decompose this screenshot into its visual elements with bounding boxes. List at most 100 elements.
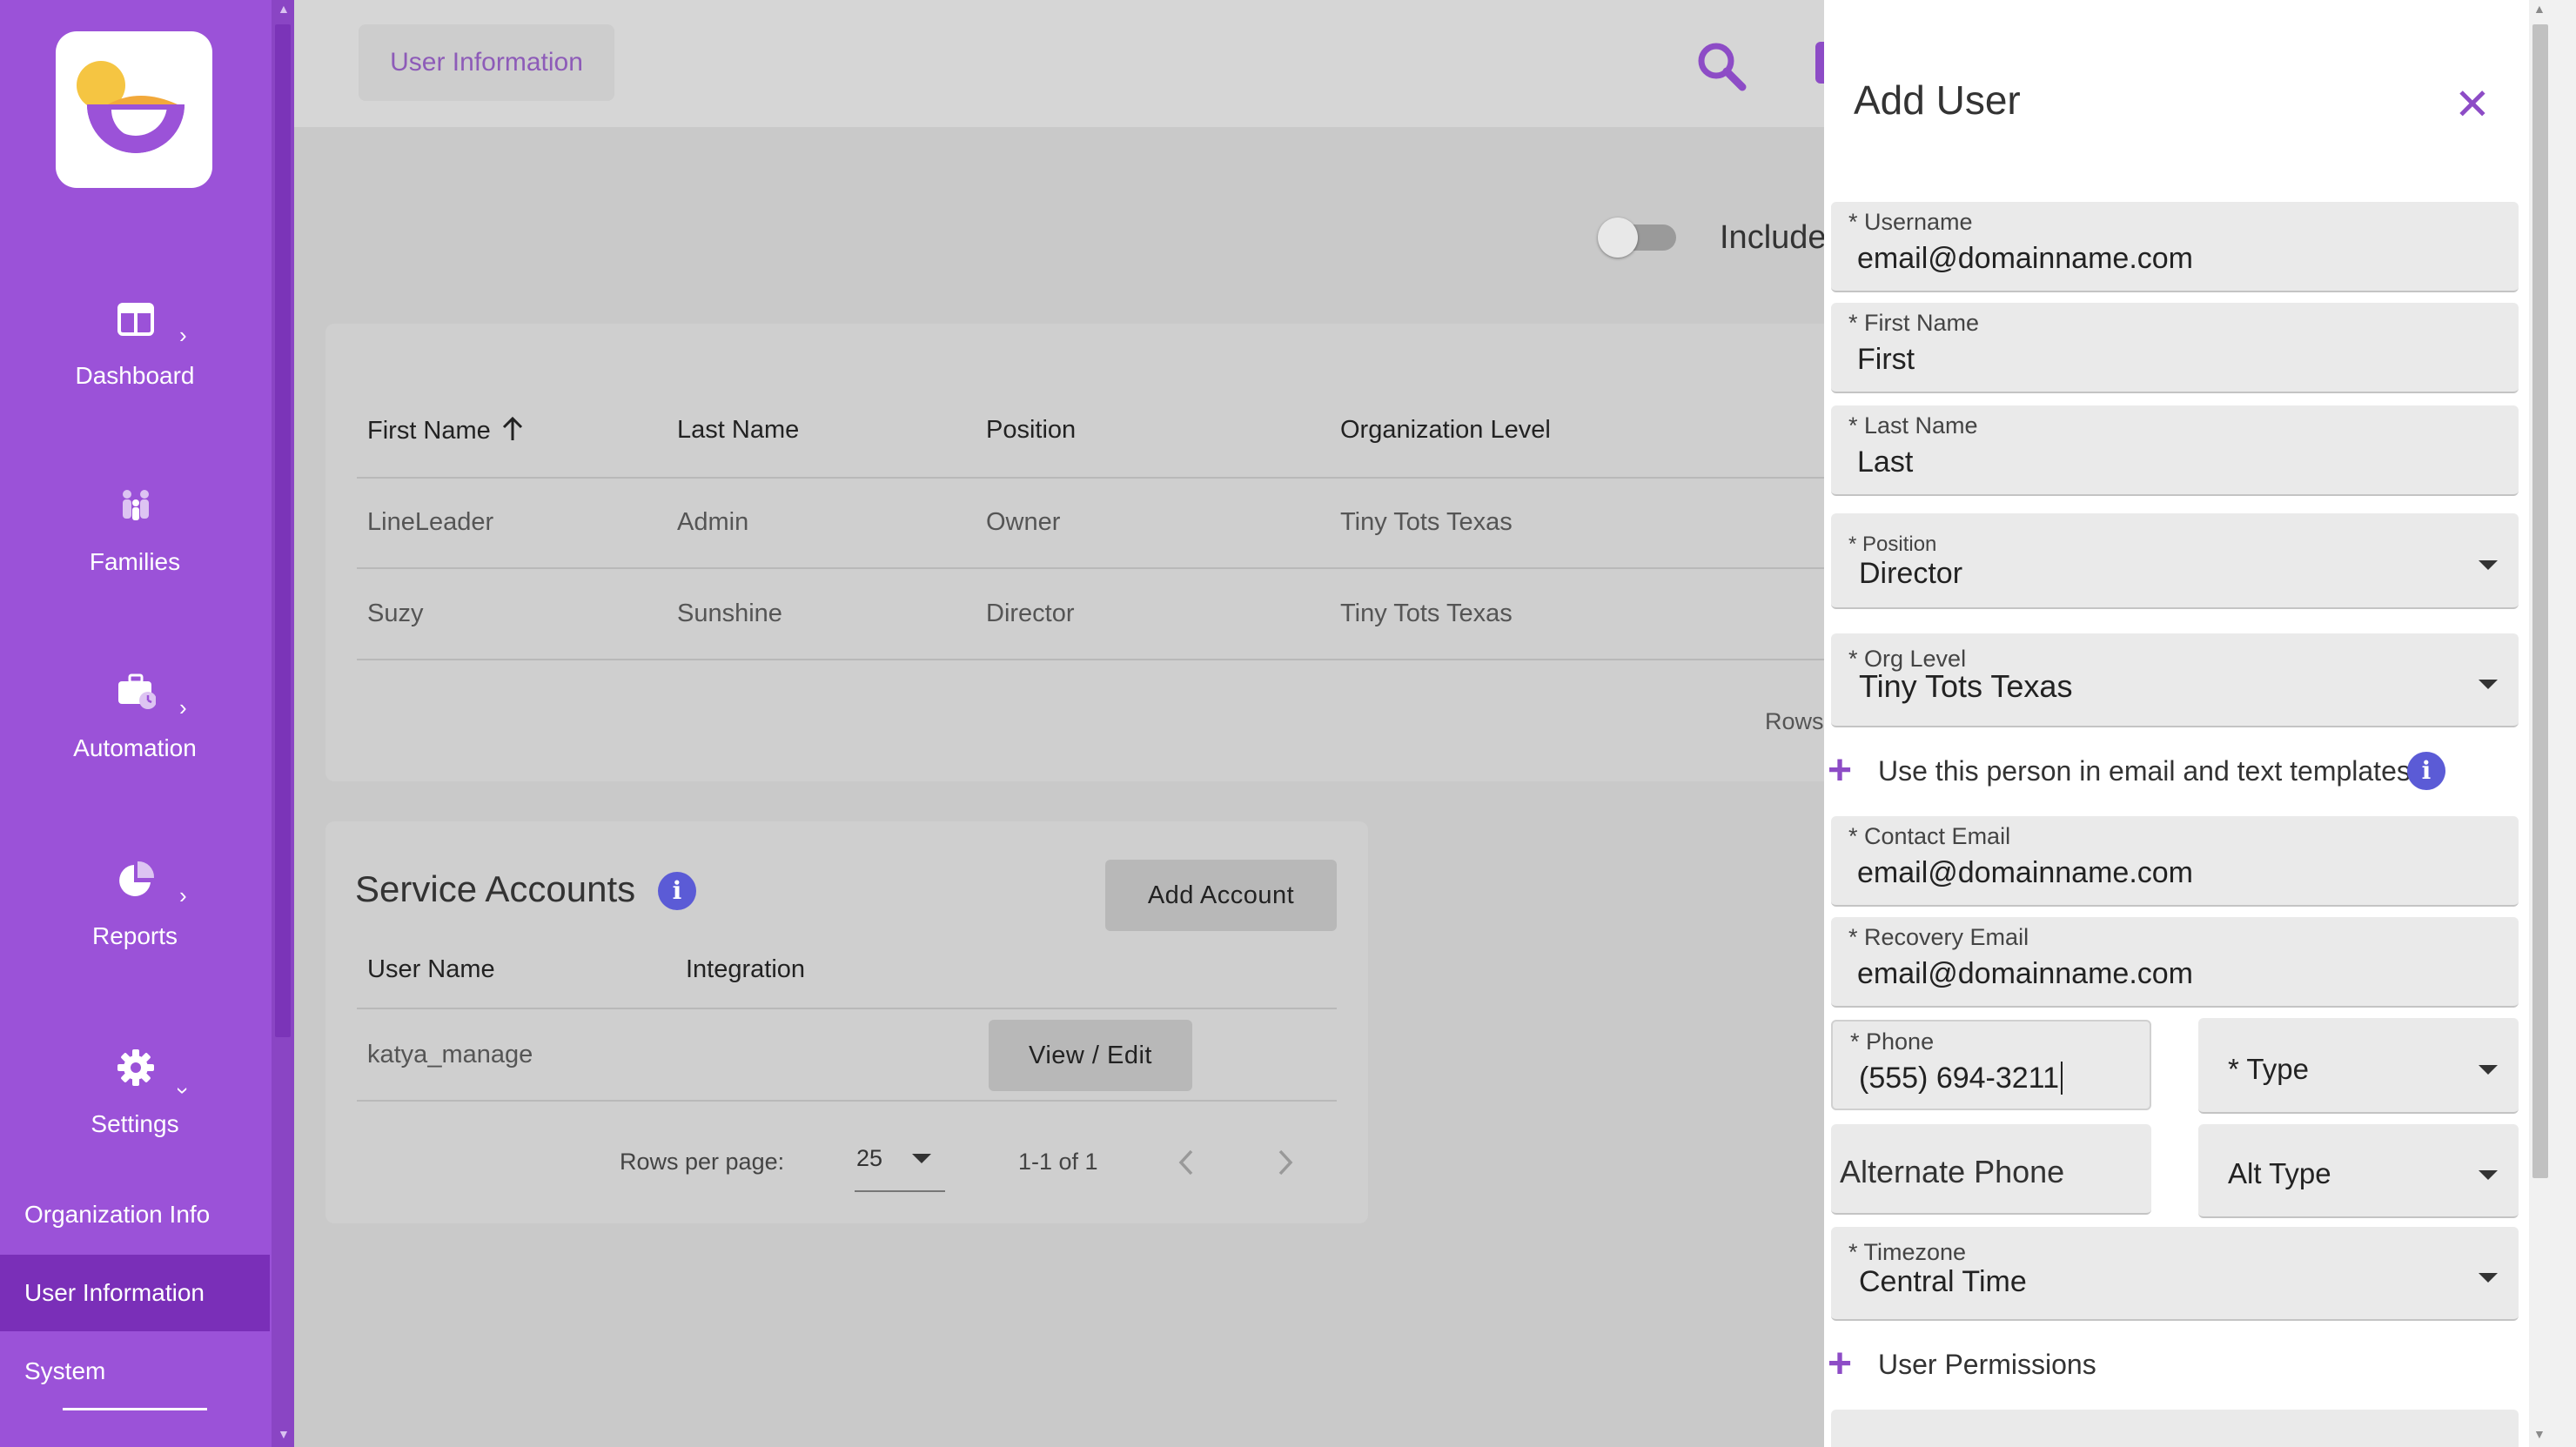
contact-email-field[interactable]: * Contact Email email@domainname.com [1831,816,2519,907]
subnav-system[interactable]: System [0,1333,270,1410]
timezone-select[interactable]: * Timezone Central Time [1831,1227,2519,1321]
include-toggle-knob[interactable] [1598,218,1638,258]
app-logo[interactable] [56,31,212,188]
users-table-card [325,324,1857,781]
field-value: email@domainname.com [1857,242,2194,275]
cell-user-name: katya_manage [367,1041,533,1069]
row-divider [357,1100,1337,1102]
next-field[interactable] [1831,1410,2519,1447]
chevron-right-icon: › [179,322,187,348]
add-account-button[interactable]: Add Account [1105,860,1337,931]
sidebar: › Dashboard Families › Automation › Repo… [0,0,294,1447]
field-label: * Username [1848,209,1973,235]
column-header-position[interactable]: Position [986,416,1076,445]
chevron-down-icon: › [170,1087,197,1095]
info-icon[interactable]: i [2407,752,2445,790]
field-value: Last [1857,445,1914,479]
org-level-select[interactable]: * Org Level Tiny Tots Texas [1831,633,2519,727]
cell-organization-level: Tiny Tots Texas [1340,508,1513,536]
rows-per-page-select[interactable]: 25 [855,1136,945,1192]
table-divider [357,1008,1337,1009]
first-name-field[interactable]: * First Name First [1831,303,2519,393]
nav-automation[interactable]: › Automation [0,672,270,802]
pagination-range: 1-1 of 1 [1018,1149,1098,1175]
caret-down-icon [2479,680,2498,689]
last-name-field[interactable]: * Last Name Last [1831,405,2519,496]
settings-icon [117,1049,154,1086]
chevron-left-icon[interactable] [1177,1149,1196,1176]
phone-type-select[interactable]: * Type [2198,1018,2519,1114]
nav-dashboard[interactable]: › Dashboard [0,299,270,430]
text-cursor [2060,1062,2063,1095]
scroll-down-arrow-icon[interactable]: ▼ [2533,1427,2546,1441]
row-divider [357,659,1836,660]
nav-families[interactable]: Families [0,486,270,616]
alt-type-select[interactable]: Alt Type [2198,1124,2519,1218]
drawer-scroll-thumb[interactable] [2532,24,2548,1178]
chevron-right-icon[interactable] [1276,1149,1295,1176]
cell-first-name: Suzy [367,600,424,627]
plus-icon[interactable]: + [1828,750,1852,792]
families-icon [123,490,149,520]
use-in-templates-toggle[interactable]: Use this person in email and text templa… [1878,755,2418,787]
field-label: * Timezone [1848,1239,1967,1265]
field-label: * Phone [1850,1028,1935,1055]
field-value: Director [1859,557,1963,590]
caret-down-icon [912,1154,931,1163]
field-value: email@domainname.com [1857,856,2194,889]
field-value: First [1857,343,1915,376]
nav-label: Families [89,548,181,575]
arrow-up-icon [502,416,522,440]
close-icon[interactable]: ✕ [2454,83,2491,126]
sidebar-scrollbar[interactable]: ▲ ▼ [272,0,294,1447]
drawer-title: Add User [1854,77,2021,123]
nav-label: Settings [91,1110,179,1137]
info-icon[interactable]: i [658,872,696,910]
cell-last-name: Sunshine [677,600,782,627]
subnav-user-information[interactable]: User Information [0,1255,270,1331]
rows-per-page-value: 25 [856,1145,883,1171]
column-header-first-name[interactable]: First Name [367,416,524,445]
rows-per-page-label: Rows per page: [620,1149,785,1175]
alternate-phone-field[interactable]: Alternate Phone [1831,1124,2151,1215]
field-value: (555) 694-3211 [1859,1062,2063,1095]
dashboard-icon [117,303,154,336]
chevron-right-icon: › [179,882,187,908]
subnav-organization-info[interactable]: Organization Info [0,1176,270,1253]
breadcrumb[interactable]: User Information [359,24,614,101]
position-select[interactable]: * Position Director [1831,513,2519,609]
cell-last-name: Admin [677,508,749,536]
column-header-last-name[interactable]: Last Name [677,416,799,445]
cell-position: Director [986,600,1075,627]
row-divider [357,567,1836,569]
phone-field[interactable]: * Phone (555) 694-3211 [1831,1020,2151,1110]
automation-icon [118,673,156,709]
field-label: * Last Name [1848,412,1978,439]
field-placeholder: Alt Type [2228,1157,2331,1189]
plus-icon[interactable]: + [1828,1343,1852,1385]
scroll-up-arrow-icon[interactable]: ▲ [2533,2,2546,16]
recovery-email-field[interactable]: * Recovery Email email@domainname.com [1831,917,2519,1008]
scroll-down-arrow-icon[interactable]: ▼ [278,1427,290,1441]
caret-down-icon [2479,1273,2498,1283]
username-field[interactable]: * Username email@domainname.com [1831,202,2519,292]
field-label: * First Name [1848,310,1980,336]
column-header-organization-level[interactable]: Organization Level [1340,416,1551,445]
cell-position: Owner [986,508,1061,536]
cell-first-name: LineLeader [367,508,494,536]
column-header-user-name[interactable]: User Name [367,955,495,984]
nav-reports[interactable]: › Reports [0,860,270,990]
nav-label: Reports [91,922,178,949]
nav-label: Dashboard [75,362,195,389]
user-permissions-toggle[interactable]: User Permissions [1878,1349,2096,1381]
field-label: * Recovery Email [1848,924,2029,950]
sidebar-scroll-thumb[interactable] [275,24,291,1037]
include-label: Include [1720,219,1827,256]
scroll-up-arrow-icon[interactable]: ▲ [278,2,290,16]
field-value: email@domainname.com [1857,957,2194,990]
view-edit-button[interactable]: View / Edit [989,1020,1192,1091]
nav-settings[interactable]: › Settings [0,1048,270,1178]
search-icon[interactable] [1694,38,1749,94]
subnav-divider [63,1408,207,1410]
column-header-integration[interactable]: Integration [686,955,805,984]
